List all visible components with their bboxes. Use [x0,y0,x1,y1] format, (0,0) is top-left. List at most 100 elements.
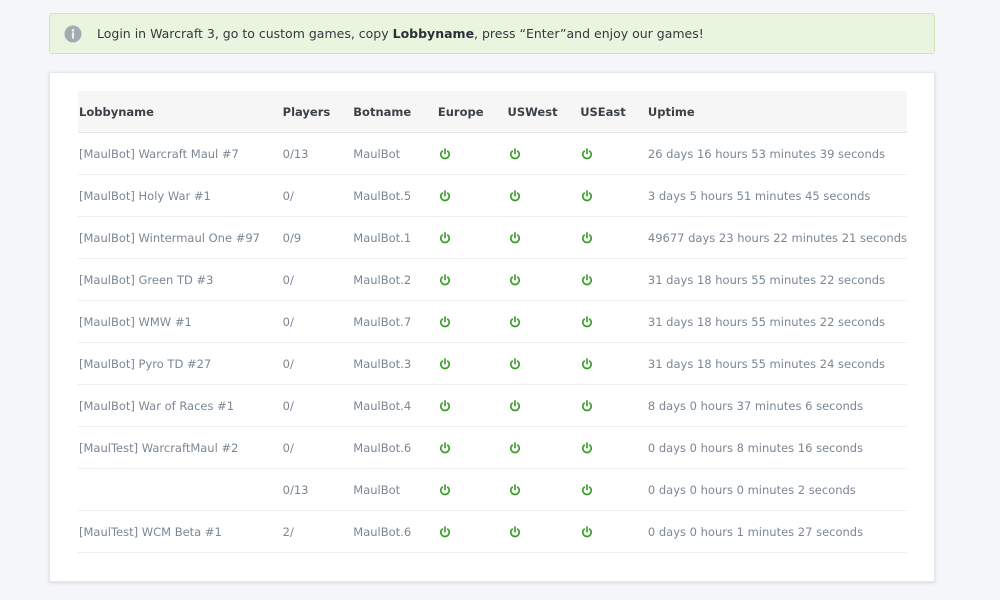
power-icon [509,231,520,243]
power-icon [509,399,520,411]
useast-status-cell [580,216,648,259]
power-icon [439,399,450,411]
lobby-name-cell: [MaulBot] War of Races #1 [78,384,283,427]
header-uswest: USWest [507,91,581,133]
table-header-row: Lobbyname Players Botname Europe USWest … [78,91,907,133]
uswest-status-cell [507,216,581,259]
lobby-name-cell: [MaulBot] WMW #1 [78,300,283,343]
header-useast: USEast [580,91,648,133]
players-cell: 0/13 [282,468,354,511]
power-icon [439,315,450,327]
table-row: 0/13 MaulBot 0 days 0 hours 0 minutes 2 se… [78,468,907,511]
useast-status-cell [580,384,648,427]
europe-status-cell [437,426,508,469]
uptime-cell: 0 days 0 hours 1 minutes 27 seconds [647,510,907,553]
power-icon [509,483,520,495]
power-icon [439,189,450,201]
table-row: [MaulBot] Holy War #1 0/MaulBot.5 3 days 5… [78,174,907,217]
power-icon [509,357,520,369]
header-uptime: Uptime [647,91,907,133]
europe-status-cell [437,510,508,553]
header-players: Players [282,91,354,133]
useast-status-cell [580,132,648,175]
europe-status-cell [437,342,508,385]
header-lobbyname: Lobbyname [78,91,283,133]
useast-status-cell [580,174,648,217]
players-cell: 0/ [282,426,354,469]
power-icon [509,315,520,327]
players-cell: 0/13 [282,132,354,175]
uptime-cell: 49677 days 23 hours 22 minutes 21 second… [647,216,907,259]
power-icon [509,147,520,159]
power-icon [582,315,593,327]
power-icon [439,483,450,495]
power-icon [509,273,520,285]
botname-cell: MaulBot.6 [353,426,438,469]
power-icon [582,231,593,243]
players-cell: 0/ [282,258,354,301]
table-row: [MaulBot] Green TD #3 0/MaulBot.2 31 days … [78,258,907,301]
info-alert: Login in Warcraft 3, go to custom games,… [49,13,935,54]
table-row: [MaulBot] Warcraft Maul #7 0/13 MaulBot 26 … [78,132,907,175]
uswest-status-cell [507,258,581,301]
botname-cell: MaulBot.6 [353,510,438,553]
info-icon [64,25,82,42]
power-icon [509,525,520,537]
power-icon [509,189,520,201]
useast-status-cell [580,468,648,511]
players-cell: 0/ [282,174,354,217]
header-europe: Europe [437,91,508,133]
lobby-name-cell: [MaulTest] WarcraftMaul #2 [78,426,283,469]
uswest-status-cell [507,300,581,343]
uswest-status-cell [507,384,581,427]
botname-cell: MaulBot.1 [353,216,438,259]
uswest-status-cell [507,468,581,511]
lobby-name-cell [78,468,283,511]
power-icon [582,273,593,285]
botname-cell: MaulBot.3 [353,342,438,385]
europe-status-cell [437,300,508,343]
lobby-name-cell: [MaulTest] WCM Beta #1 [78,510,283,553]
table-row: [MaulBot] Wintermaul One #97 0/9 MaulBot.1… [78,216,907,259]
table-row: [MaulBot] War of Races #1 0/MaulBot.4 8 da… [78,384,907,427]
power-icon [582,357,593,369]
power-icon [582,441,593,453]
useast-status-cell [580,510,648,553]
power-icon [509,441,520,453]
lobby-name-cell: [MaulBot] Wintermaul One #97 [78,216,283,259]
lobby-name-cell: [MaulBot] Warcraft Maul #7 [78,132,283,175]
power-icon [439,525,450,537]
uptime-cell: 31 days 18 hours 55 minutes 24 seconds [647,342,907,385]
useast-status-cell [580,258,648,301]
table-row: [MaulBot] Pyro TD #27 0/MaulBot.3 31 days … [78,342,907,385]
players-cell: 0/ [282,384,354,427]
uptime-cell: 3 days 5 hours 51 minutes 45 seconds [647,174,907,217]
players-cell: 2/ [282,510,354,553]
players-cell: 0/ [282,342,354,385]
lobby-name-cell: [MaulBot] Pyro TD #27 [78,342,283,385]
uswest-status-cell [507,510,581,553]
uptime-cell: 26 days 16 hours 53 minutes 39 seconds [647,132,907,175]
uptime-cell: 31 days 18 hours 55 minutes 22 seconds [647,258,907,301]
alert-lobbyname-emphasis: Lobbyname [392,26,475,41]
botname-cell: MaulBot.7 [353,300,438,343]
uswest-status-cell [507,426,581,469]
uswest-status-cell [507,132,581,175]
lobby-table: Lobbyname Players Botname Europe USWest … [78,91,907,553]
europe-status-cell [437,216,508,259]
lobby-name-cell: [MaulBot] Green TD #3 [78,258,283,301]
lobby-table-card: Lobbyname Players Botname Europe USWest … [49,72,935,582]
useast-status-cell [580,300,648,343]
botname-cell: MaulBot [353,468,438,511]
power-icon [439,273,450,285]
power-icon [582,483,593,495]
table-row: [MaulTest] WarcraftMaul #2 0/MaulBot.6 0 d… [78,426,907,469]
table-row: [MaulBot] WMW #1 0/MaulBot.7 31 days 18 ho… [78,300,907,343]
table-row: [MaulTest] WCM Beta #1 2/MaulBot.6 0 days … [78,510,907,553]
power-icon [439,357,450,369]
table-body: [MaulBot] Warcraft Maul #7 0/13 MaulBot 26 … [78,132,907,553]
uswest-status-cell [507,342,581,385]
power-icon [582,147,593,159]
header-botname: Botname [353,91,438,133]
power-icon [439,147,450,159]
